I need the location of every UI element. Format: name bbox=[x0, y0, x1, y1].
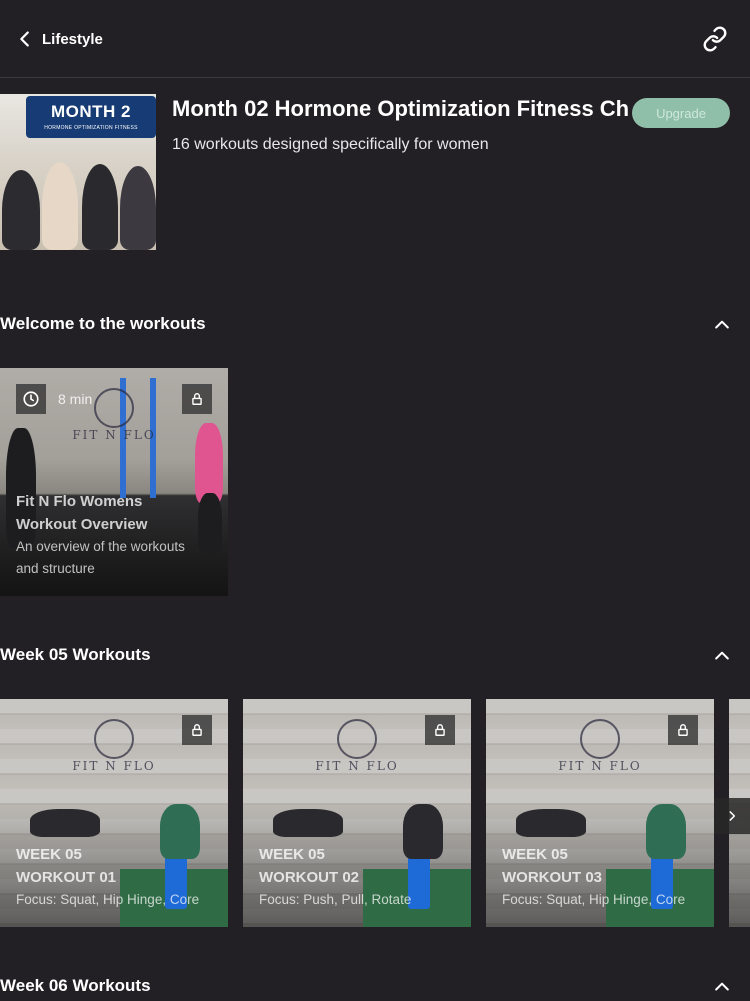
chevron-right-icon bbox=[729, 811, 736, 821]
clock-icon bbox=[23, 391, 39, 407]
card-title-line: Workout Overview bbox=[16, 516, 148, 533]
card-text: WEEK 05 WORKOUT 02 Focus: Push, Pull, Ro… bbox=[259, 843, 459, 911]
top-bar: Lifestyle bbox=[0, 0, 750, 78]
program-subtitle: 16 workouts designed specifically for wo… bbox=[172, 136, 489, 153]
thumbnail-person bbox=[120, 166, 156, 250]
card-description-line: and structure bbox=[16, 561, 95, 576]
card-title-line: Fit N Flo Womens bbox=[16, 493, 143, 510]
card-text: WEEK 05 WORKOUT 01 Focus: Squat, Hip Hin… bbox=[16, 843, 216, 911]
section-header-week-06[interactable]: Week 06 Workouts bbox=[0, 971, 750, 1001]
fitnflo-logo-text: FIT N FLO bbox=[558, 759, 642, 773]
card-text: Fit N Flo Womens Workout Overview An ove… bbox=[16, 490, 216, 580]
thumbnail-person bbox=[82, 164, 118, 250]
section-header-week-05[interactable]: Week 05 Workouts bbox=[0, 640, 750, 670]
trainer-figure bbox=[273, 809, 343, 837]
workout-card-week05-workout02[interactable]: FIT N FLO WEEK 05 WORKOUT 02 Focus: Push… bbox=[243, 699, 471, 927]
thumbnail-person bbox=[2, 170, 40, 250]
card-description-line: Focus: Squat, Hip Hinge, Core bbox=[502, 892, 686, 907]
fitnflo-logo-text: FIT N FLO bbox=[72, 428, 156, 442]
program-badge: MONTH 2 HORMONE OPTIMIZATION FITNESS bbox=[26, 96, 156, 138]
program-badge-title: MONTH 2 bbox=[51, 102, 131, 121]
card-title-line: WEEK 05 bbox=[16, 846, 82, 863]
thumbnail-person bbox=[42, 162, 78, 250]
clock-icon-box bbox=[16, 384, 46, 414]
back-button[interactable]: Lifestyle bbox=[14, 24, 103, 54]
fitnflo-logo bbox=[337, 719, 377, 759]
program-title: Month 02 Hormone Optimization Fitness Ch bbox=[172, 96, 630, 121]
link-icon bbox=[703, 26, 727, 52]
lock-icon bbox=[192, 393, 202, 405]
lock-icon bbox=[678, 724, 688, 736]
fitnflo-logo bbox=[94, 388, 134, 428]
lock-badge bbox=[182, 715, 212, 745]
section-header-welcome[interactable]: Welcome to the workouts bbox=[0, 309, 750, 339]
section-title: Week 05 Workouts bbox=[0, 645, 151, 664]
lock-icon bbox=[435, 724, 445, 736]
lock-icon bbox=[192, 724, 202, 736]
fitnflo-logo-text: FIT N FLO bbox=[72, 759, 156, 773]
carousel-next-button[interactable] bbox=[714, 798, 750, 834]
chevron-up-icon[interactable] bbox=[712, 315, 732, 335]
chevron-left-icon bbox=[20, 31, 29, 47]
chevron-up-icon[interactable] bbox=[712, 646, 732, 666]
section-title: Welcome to the workouts bbox=[0, 314, 206, 333]
duration-text: 8 min bbox=[58, 391, 93, 407]
chevron-up-icon[interactable] bbox=[712, 977, 732, 997]
card-description-line: Focus: Squat, Hip Hinge, Core bbox=[16, 892, 200, 907]
lock-badge bbox=[182, 384, 212, 414]
card-title-line: WEEK 05 bbox=[259, 846, 325, 863]
card-description-line: An overview of the workouts bbox=[16, 539, 185, 554]
lock-badge bbox=[668, 715, 698, 745]
card-description-line: Focus: Push, Pull, Rotate bbox=[259, 892, 412, 907]
fitnflo-logo bbox=[580, 719, 620, 759]
card-title-line: WORKOUT 03 bbox=[502, 869, 603, 886]
fitnflo-logo-text: FIT N FLO bbox=[315, 759, 399, 773]
fitnflo-logo bbox=[94, 719, 134, 759]
card-title-line: WORKOUT 01 bbox=[16, 869, 117, 886]
workout-card-overview[interactable]: FIT N FLO 8 min Fit N Flo Womens Workout… bbox=[0, 368, 228, 596]
back-label: Lifestyle bbox=[42, 30, 103, 48]
duration-badge: 8 min bbox=[16, 384, 92, 414]
card-title-line: WEEK 05 bbox=[502, 846, 568, 863]
trainer-figure bbox=[30, 809, 100, 837]
section-title: Week 06 Workouts bbox=[0, 976, 151, 995]
trainer-figure bbox=[516, 809, 586, 837]
upgrade-button[interactable]: Upgrade bbox=[632, 98, 730, 128]
workout-card-week05-workout03[interactable]: FIT N FLO WEEK 05 WORKOUT 03 Focus: Squa… bbox=[486, 699, 714, 927]
share-link-button[interactable] bbox=[702, 26, 728, 52]
card-title-line: WORKOUT 02 bbox=[259, 869, 360, 886]
lock-badge bbox=[425, 715, 455, 745]
program-thumbnail: MONTH 2 HORMONE OPTIMIZATION FITNESS bbox=[0, 94, 156, 250]
program-badge-subtitle: HORMONE OPTIMIZATION FITNESS bbox=[44, 125, 138, 131]
workout-card-week05-workout01[interactable]: FIT N FLO WEEK 05 WORKOUT 01 Focus: Squa… bbox=[0, 699, 228, 927]
card-text: WEEK 05 WORKOUT 03 Focus: Squat, Hip Hin… bbox=[502, 843, 702, 911]
